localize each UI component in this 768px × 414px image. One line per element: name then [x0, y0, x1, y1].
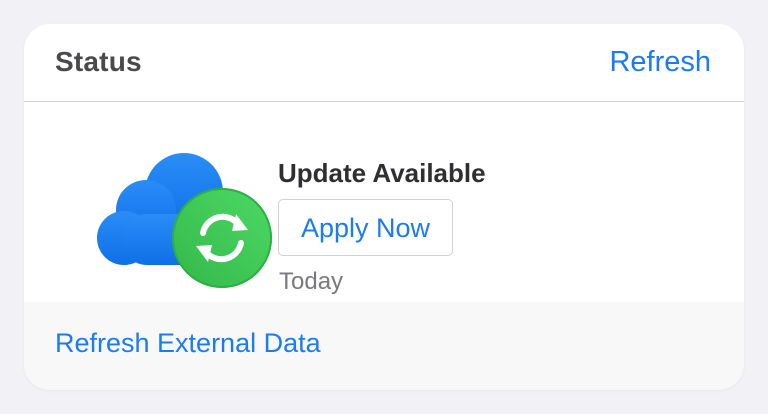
card-title: Status [55, 46, 142, 77]
refresh-button[interactable]: Refresh [609, 46, 711, 79]
apply-now-button[interactable]: Apply Now [278, 199, 453, 256]
cloud-sync-icon [94, 144, 272, 288]
refresh-external-data-link[interactable]: Refresh External Data [55, 328, 321, 359]
update-section: Update Available Apply Now Today [24, 102, 744, 302]
status-card: Status Refresh Update Available Apply No… [24, 24, 744, 390]
card-footer: Refresh External Data [24, 302, 744, 390]
update-date: Today [279, 268, 344, 295]
card-header: Status Refresh [24, 24, 744, 102]
update-title: Update Available [278, 158, 486, 188]
